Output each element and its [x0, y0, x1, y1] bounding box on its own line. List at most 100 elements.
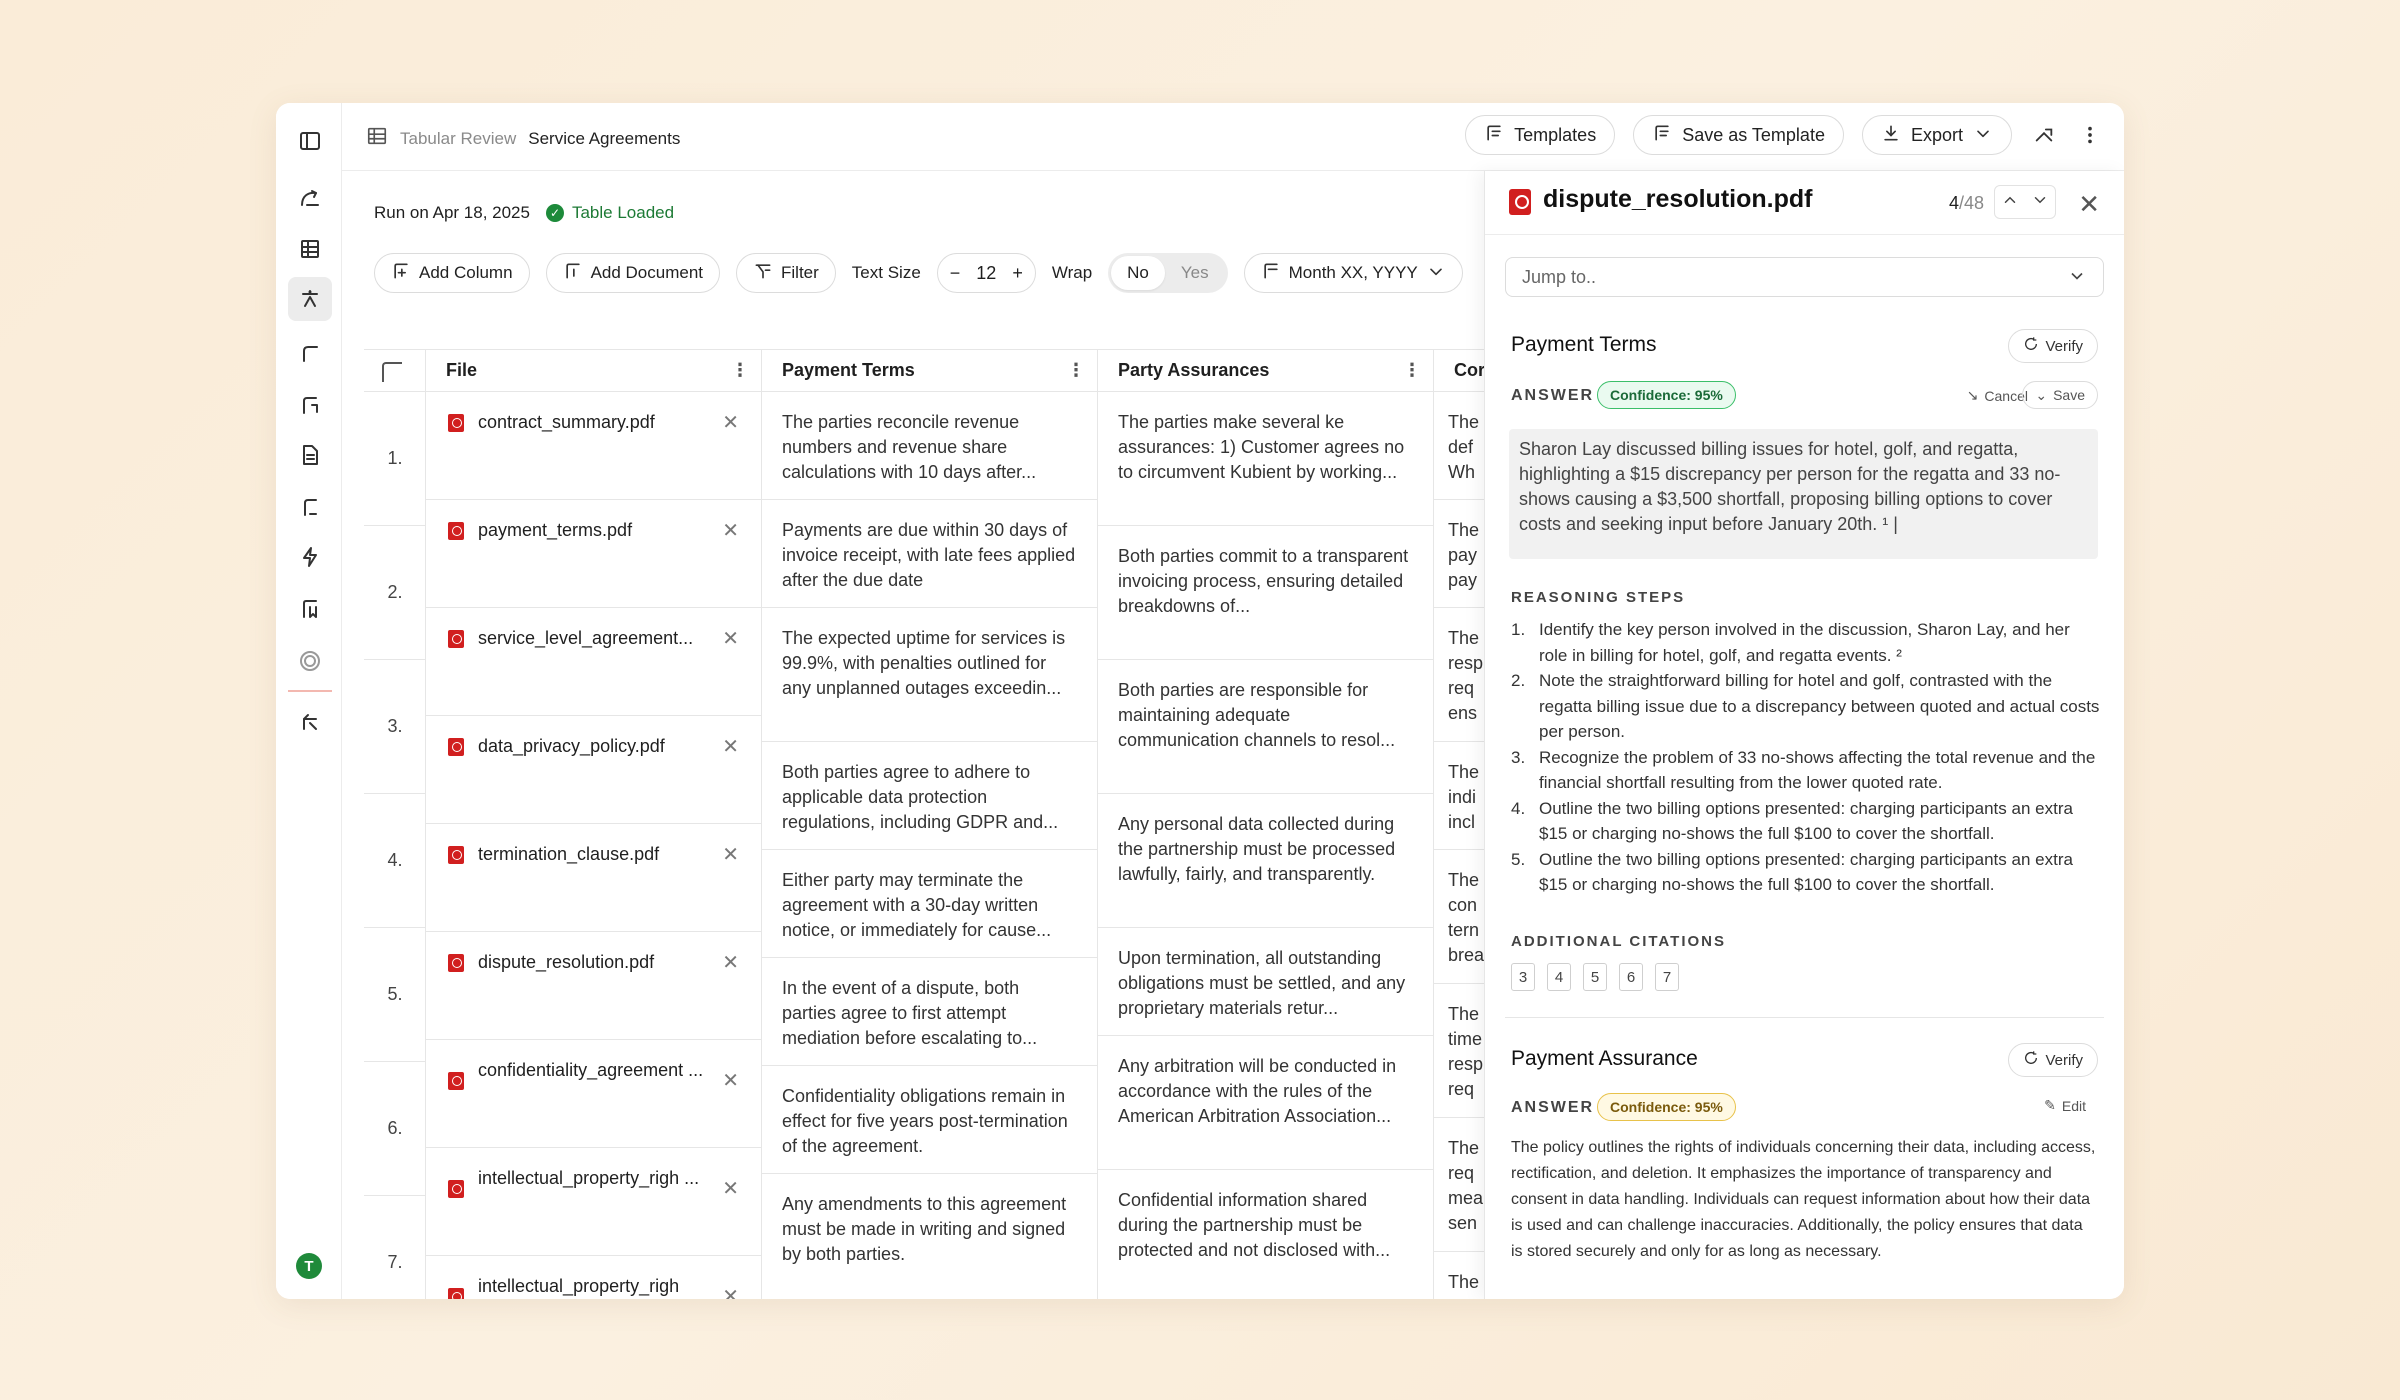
chevron-up-icon[interactable] [2001, 191, 2019, 214]
document-icon[interactable] [288, 433, 332, 477]
next-column-cell[interactable]: The req mea sen [1434, 1118, 1484, 1252]
minus-icon[interactable]: − [950, 263, 961, 284]
column-menu-icon[interactable]: ⋮ [731, 360, 749, 381]
next-column-cell[interactable]: The indi incl [1434, 742, 1484, 850]
file-name[interactable]: contract_summary.pdf [478, 410, 708, 434]
collapse-icon[interactable] [2030, 121, 2058, 149]
file-row[interactable]: intellectual_property_righ ✕ [426, 1256, 762, 1299]
payment-terms-cell[interactable]: Either party may terminate the agreement… [762, 850, 1098, 958]
next-column-cell[interactable]: The [1434, 1252, 1484, 1299]
payment-terms-cell[interactable]: Both parties agree to adhere to applicab… [762, 742, 1098, 850]
add-document-button[interactable]: Add Document [545, 253, 721, 293]
verify-button[interactable]: Verify [2008, 1043, 2098, 1077]
payment-terms-cell[interactable]: In the event of a dispute, both parties … [762, 958, 1098, 1066]
wrap-yes-option[interactable]: Yes [1165, 256, 1225, 290]
party-assurances-cell[interactable]: Both parties are responsible for maintai… [1098, 660, 1434, 794]
next-column-cell[interactable]: The time resp req [1434, 984, 1484, 1118]
select-all-header[interactable] [364, 350, 426, 392]
remove-icon[interactable]: ✕ [722, 518, 739, 543]
next-column-cell[interactable]: The pay pay [1434, 500, 1484, 608]
party-assurances-cell[interactable]: Any personal data collected during the p… [1098, 794, 1434, 928]
column-menu-icon[interactable]: ⋮ [1067, 360, 1085, 381]
wrap-toggle[interactable]: No Yes [1108, 253, 1228, 293]
remove-icon[interactable]: ✕ [722, 950, 739, 975]
payment-terms-cell[interactable]: The expected uptime for services is 99.9… [762, 608, 1098, 742]
sidebar-toggle-icon[interactable] [288, 119, 332, 163]
corner-icon[interactable] [288, 331, 332, 375]
history-icon[interactable] [288, 699, 332, 743]
text-size-stepper[interactable]: − 12 + [936, 253, 1036, 293]
header-file[interactable]: File ⋮ [426, 350, 762, 392]
party-assurances-cell[interactable]: Confidential information shared during t… [1098, 1170, 1434, 1299]
party-assurances-cell[interactable]: Upon termination, all outstanding obliga… [1098, 928, 1434, 1036]
wrap-no-option[interactable]: No [1111, 256, 1165, 290]
export-button[interactable]: Export [1861, 115, 2012, 155]
file-name[interactable]: confidentiality_agreement ... [478, 1058, 708, 1082]
breadcrumb-section[interactable]: Tabular Review [400, 129, 516, 149]
translate-icon[interactable] [288, 277, 332, 321]
file-row[interactable]: confidentiality_agreement ... ✕ [426, 1040, 762, 1148]
table-icon[interactable] [288, 227, 332, 271]
remove-icon[interactable]: ✕ [722, 1176, 739, 1201]
file-name[interactable]: intellectual_property_righ ... [478, 1166, 708, 1190]
edit-button[interactable]: ✎ Edit [2044, 1097, 2086, 1114]
save-button[interactable]: ⌄ Save [2022, 381, 2098, 409]
citation-chip[interactable]: 7 [1655, 963, 1679, 991]
remove-icon[interactable]: ✕ [722, 410, 739, 435]
chevron-down-icon[interactable] [2031, 191, 2049, 214]
file-row[interactable]: termination_clause.pdf ✕ [426, 824, 762, 932]
date-format-select[interactable]: Month XX, YYYY [1243, 253, 1463, 293]
add-column-button[interactable]: Add Column [374, 253, 530, 293]
column-menu-icon[interactable]: ⋮ [1403, 360, 1421, 381]
file-name[interactable]: payment_terms.pdf [478, 518, 708, 542]
remove-icon[interactable]: ✕ [722, 1068, 739, 1093]
bookmark-icon[interactable] [288, 587, 332, 631]
filter-button[interactable]: Filter [736, 253, 836, 293]
answer-editor[interactable]: Sharon Lay discussed billing issues for … [1509, 429, 2098, 559]
file-row[interactable]: data_privacy_policy.pdf ✕ [426, 716, 762, 824]
seal-icon[interactable] [288, 639, 332, 683]
lightning-icon[interactable] [288, 535, 332, 579]
remove-icon[interactable]: ✕ [722, 626, 739, 651]
party-assurances-cell[interactable]: Any arbitration will be conducted in acc… [1098, 1036, 1434, 1170]
verify-button[interactable]: Verify [2008, 329, 2098, 363]
file-row[interactable]: contract_summary.pdf ✕ [426, 392, 762, 500]
citation-chip[interactable]: 4 [1547, 963, 1571, 991]
citation-chip[interactable]: 5 [1583, 963, 1607, 991]
header-next-column[interactable]: Cor [1434, 350, 1484, 392]
home-icon[interactable] [288, 177, 332, 221]
payment-terms-cell[interactable]: The parties reconcile revenue numbers an… [762, 392, 1098, 500]
file-name[interactable]: dispute_resolution.pdf [478, 950, 708, 974]
user-avatar[interactable]: T [296, 1253, 322, 1279]
file-row[interactable]: dispute_resolution.pdf ✕ [426, 932, 762, 1040]
citation-chip[interactable]: 3 [1511, 963, 1535, 991]
more-menu-icon[interactable] [2076, 121, 2104, 149]
save-template-button[interactable]: Save as Template [1633, 115, 1844, 155]
next-column-cell[interactable]: The def Wh [1434, 392, 1484, 500]
templates-button[interactable]: Templates [1465, 115, 1616, 155]
remove-icon[interactable]: ✕ [722, 842, 739, 867]
party-assurances-cell[interactable]: The parties make several ke assurances: … [1098, 392, 1434, 526]
citation-chip[interactable]: 6 [1619, 963, 1643, 991]
file-row[interactable]: service_level_agreement... ✕ [426, 608, 762, 716]
flow-icon[interactable] [288, 383, 332, 427]
remove-icon[interactable]: ✕ [722, 734, 739, 759]
party-assurances-cell[interactable]: Both parties commit to a transparent inv… [1098, 526, 1434, 660]
file-name[interactable]: intellectual_property_righ [478, 1274, 708, 1298]
next-column-cell[interactable]: The con tern brea [1434, 850, 1484, 984]
cancel-button[interactable]: ↘ Cancel [1967, 387, 2028, 404]
remove-icon[interactable]: ✕ [722, 1284, 739, 1299]
plus-icon[interactable]: + [1012, 263, 1023, 284]
payment-terms-cell[interactable]: Any amendments to this agreement must be… [762, 1174, 1098, 1299]
bracket-icon[interactable] [288, 485, 332, 529]
next-column-cell[interactable]: The resp req ens [1434, 608, 1484, 742]
file-row[interactable]: intellectual_property_righ ... ✕ [426, 1148, 762, 1256]
jump-to-select[interactable]: Jump to.. [1505, 257, 2104, 297]
file-name[interactable]: data_privacy_policy.pdf [478, 734, 708, 758]
payment-terms-cell[interactable]: Payments are due within 30 days of invoi… [762, 500, 1098, 608]
payment-terms-cell[interactable]: Confidentiality obligations remain in ef… [762, 1066, 1098, 1174]
file-row[interactable]: payment_terms.pdf ✕ [426, 500, 762, 608]
header-payment-terms[interactable]: Payment Terms ⋮ [762, 350, 1098, 392]
header-party-assurances[interactable]: Party Assurances ⋮ [1098, 350, 1434, 392]
file-name[interactable]: termination_clause.pdf [478, 842, 708, 866]
